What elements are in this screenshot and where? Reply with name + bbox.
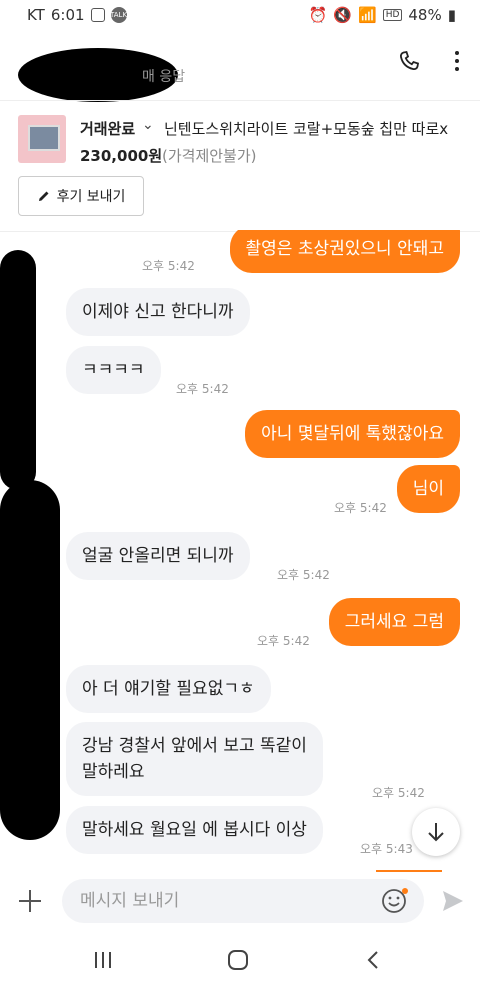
emoji-icon[interactable]: [380, 887, 408, 915]
message-bubble-other[interactable]: 강남 경찰서 앞에서 보고 똑같이 말하레요: [66, 722, 323, 796]
message-time: 오후 5:42: [142, 259, 195, 273]
mute-icon: 🔇: [333, 6, 352, 24]
chat-header: 매 응답: [0, 30, 480, 102]
pencil-icon: [38, 191, 49, 201]
product-thumbnail[interactable]: [18, 115, 66, 163]
message-bubble-mine[interactable]: 그러세요 그럼: [328, 598, 460, 646]
send-review-label: 후기 보내기: [56, 189, 126, 205]
product-title: 닌텐도스위치라이트 코랄+모동숲 칩만 따로x: [164, 120, 449, 138]
talk-icon: TALK: [110, 7, 127, 23]
message-time: 오후 5:42: [176, 382, 229, 396]
message-bubble-other[interactable]: ㅋㅋㅋㅋ: [66, 346, 161, 394]
message-bubble-other[interactable]: 말하세요 월요일 에 봅시다 이상: [66, 806, 323, 854]
message-time: 오후 5:42: [334, 501, 387, 515]
message-input[interactable]: [62, 879, 424, 923]
message-time: 오후 5:42: [277, 568, 330, 582]
redacted-avatar: [0, 480, 60, 840]
message-bubble-other[interactable]: 아 더 얘기할 필요없ㄱㅎ: [66, 665, 271, 713]
battery-icon: ▮: [447, 6, 456, 24]
message-bubble-other[interactable]: 얼굴 안올리면 되니까: [66, 532, 250, 580]
notification-icon: [90, 8, 105, 22]
chevron-down-icon[interactable]: ⌄: [142, 117, 154, 133]
chat-messages[interactable]: 오후 5:42 촬영은 초상권있으니 안돼고 이제야 신고 한다니까 ㅋㅋㅋㅋ …: [0, 230, 480, 875]
scroll-to-bottom-button[interactable]: [412, 808, 460, 856]
alarm-icon: ⏰: [308, 6, 328, 24]
product-price: 230,000원: [80, 147, 163, 165]
recent-apps-icon[interactable]: [88, 945, 118, 975]
carrier-label: KT: [27, 6, 45, 24]
plus-icon[interactable]: [16, 887, 44, 915]
message-bubble-mine[interactable]: 아니 몇달뒤에 톡했잖아요: [245, 410, 460, 458]
back-icon[interactable]: [358, 945, 388, 975]
status-bar: KT 6:01 TALK ⏰ 🔇 📶 HD 48% ▮: [0, 0, 480, 30]
phone-icon[interactable]: [394, 46, 424, 76]
hd-icon: HD: [382, 9, 403, 21]
new-message-indicator: [376, 870, 442, 872]
arrow-down-icon: [428, 823, 444, 842]
send-review-button[interactable]: 후기 보내기: [18, 176, 144, 216]
send-icon[interactable]: [440, 888, 466, 914]
message-bubble-other[interactable]: 이제야 신고 한다니까: [66, 288, 250, 336]
message-time: 오후 5:42: [257, 634, 310, 648]
response-time-text: 매 응답: [142, 69, 186, 85]
home-icon[interactable]: [223, 945, 253, 975]
battery-level: 48%: [408, 6, 442, 24]
wifi-icon: 📶: [358, 6, 377, 24]
clock: 6:01: [50, 6, 85, 24]
product-info[interactable]: 거래완료 ⌄ 닌텐도스위치라이트 코랄+모동숲 칩만 따로x 230,000원 …: [0, 100, 480, 232]
redacted-avatar: [0, 250, 36, 490]
trade-status[interactable]: 거래완료: [80, 118, 135, 139]
message-time: 오후 5:42: [372, 786, 425, 800]
message-bubble-mine[interactable]: 촬영은 초상권있으니 안돼고: [229, 230, 460, 273]
system-navigation-bar: [0, 930, 480, 987]
message-time: 오후 5:43: [360, 842, 413, 856]
message-bubble-mine[interactable]: 님이: [396, 465, 460, 513]
message-input-bar: [0, 875, 480, 925]
more-options-icon[interactable]: [442, 46, 472, 76]
price-note: (가격제안불가): [162, 147, 257, 165]
